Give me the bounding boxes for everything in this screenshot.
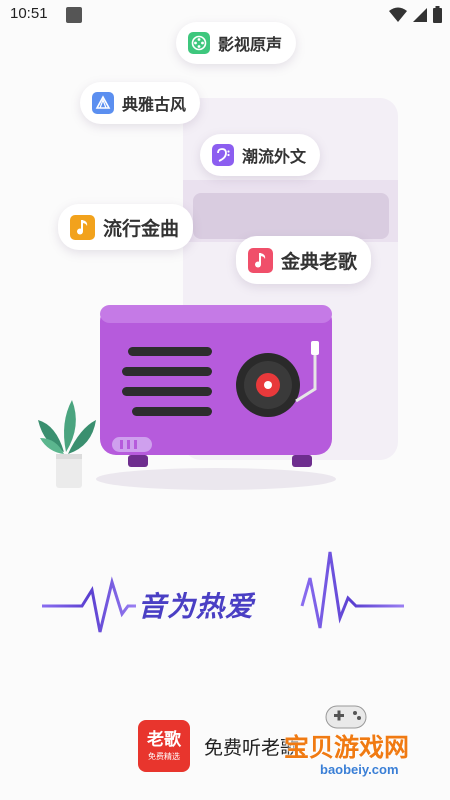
notification-icon <box>66 7 82 23</box>
chip-label: 流行金曲 <box>103 217 180 240</box>
chip-foreign-trends[interactable]: 潮流外文 <box>200 134 321 176</box>
brand-footer: 老歌 免费精选 免费听老歌 <box>138 720 299 772</box>
chip-label: 典雅古风 <box>122 95 187 114</box>
app-logo-subtext: 免费精选 <box>148 752 180 761</box>
battery-icon <box>433 6 442 23</box>
wifi-icon <box>389 7 407 22</box>
chip-pop-hits[interactable]: 流行金曲 <box>58 204 194 250</box>
film-reel-icon <box>188 32 210 54</box>
watermark: 宝贝游戏网 baobeiy.com <box>284 700 444 792</box>
status-time: 10:51 <box>10 5 48 22</box>
fan-icon <box>92 92 114 114</box>
radio-illustration <box>100 305 332 467</box>
chip-label: 潮流外文 <box>242 147 307 166</box>
plant-illustration <box>38 400 96 488</box>
bass-clef-icon <box>212 144 234 166</box>
music-note-icon <box>248 247 273 273</box>
chip-classic-oldies[interactable]: 金典老歌 <box>236 236 372 284</box>
radio-shadow <box>96 468 336 490</box>
status-icons <box>389 6 442 23</box>
app-logo-text: 老歌 <box>147 730 181 750</box>
signal-icon <box>413 7 427 22</box>
background-card-bar <box>193 193 389 239</box>
chip-film-soundtrack[interactable]: 影视原声 <box>176 22 297 64</box>
chip-classical-style[interactable]: 典雅古风 <box>80 82 201 124</box>
chip-label: 影视原声 <box>218 35 283 54</box>
tagline-text: 音为热爱 <box>138 590 255 623</box>
music-note-icon <box>70 214 95 240</box>
watermark-url: baobeiy.com <box>320 762 399 777</box>
watermark-text: 宝贝游戏网 <box>284 733 410 762</box>
chip-label: 金典老歌 <box>281 250 358 273</box>
app-logo: 老歌 免费精选 <box>138 720 190 772</box>
